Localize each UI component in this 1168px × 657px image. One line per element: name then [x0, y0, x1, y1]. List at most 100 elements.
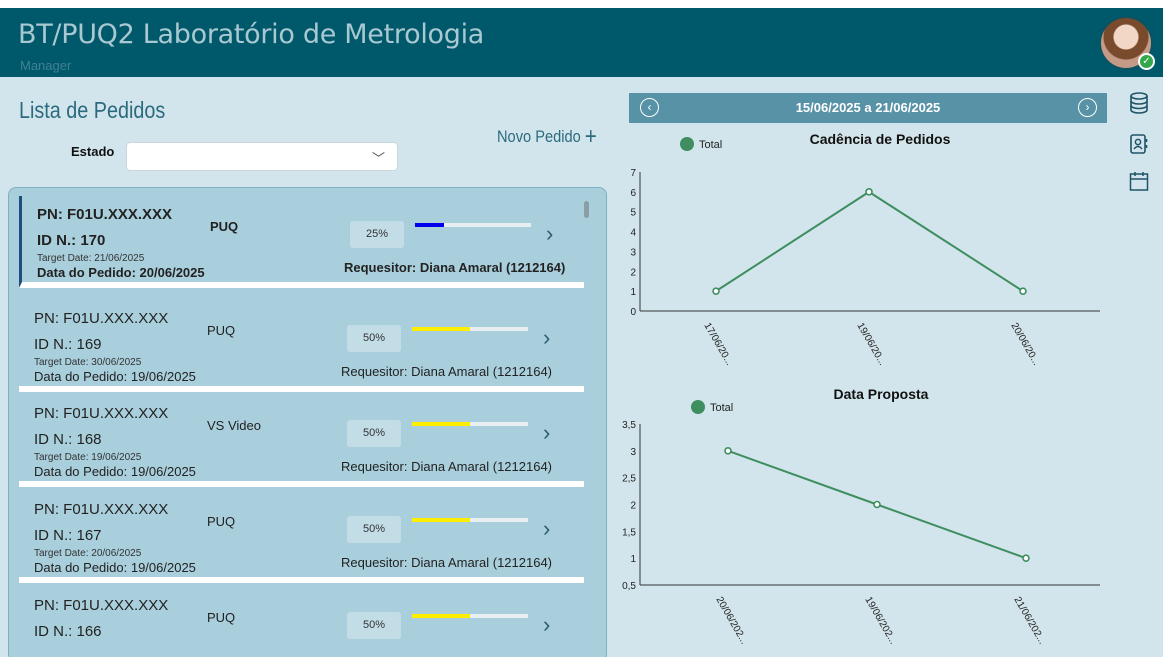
chevron-down-icon: ﹀: [371, 151, 385, 166]
contact-book-icon[interactable]: [1129, 133, 1149, 155]
order-id: ID N.: 169: [34, 336, 102, 353]
data-point: [724, 447, 732, 455]
y-tick-label: 5: [630, 208, 636, 219]
data-point: [712, 287, 720, 295]
date-range-navigator: ‹ 15/06/2025 a 21/06/2025 ›: [629, 93, 1107, 123]
x-tick-label: 19/06/202...: [862, 595, 898, 646]
series-line-total: [715, 190, 1024, 292]
progress-percent-badge: 25%: [350, 221, 404, 248]
order-id: ID N.: 167: [34, 527, 102, 544]
chevron-right-icon[interactable]: ›: [543, 516, 550, 542]
chevron-right-icon[interactable]: ›: [543, 325, 550, 351]
order-part-number: PN: F01U.XXX.XXX: [37, 206, 173, 223]
legend-marker: [680, 137, 694, 151]
order-requester: Requesitor: Diana Amaral (1212164): [341, 555, 553, 570]
data-point: [865, 188, 873, 196]
progress-percent-badge: 50%: [347, 516, 401, 543]
chart-title: Data Proposta: [834, 386, 929, 402]
progress-bar-fill: [412, 518, 470, 522]
order-target-date: Target Date: 20/06/2025: [34, 548, 142, 559]
progress-bar: [412, 422, 528, 426]
order-request-date: Data do Pedido: 20/06/2025: [37, 265, 205, 280]
order-type: PUQ: [210, 219, 239, 234]
y-tick-label: 2,5: [622, 474, 636, 485]
progress-bar: [415, 223, 531, 227]
next-week-icon[interactable]: ›: [1078, 98, 1097, 117]
x-tick-label: 19/06/20...: [854, 321, 887, 367]
date-range-label: 15/06/2025 a 21/06/2025: [795, 100, 941, 115]
chart-title: Cadência de Pedidos: [810, 131, 951, 147]
status-filter-dropdown[interactable]: ﹀: [126, 142, 398, 171]
legend-marker: [691, 400, 705, 414]
chevron-right-icon[interactable]: ›: [543, 420, 550, 446]
y-tick-label: 3: [630, 447, 636, 458]
app-subtitle: Manager: [20, 58, 72, 73]
progress-bar-fill: [412, 614, 470, 618]
database-icon[interactable]: [1129, 92, 1149, 114]
order-part-number: PN: F01U.XXX.XXX: [34, 405, 169, 422]
progress-bar-fill: [412, 327, 470, 331]
y-tick-label: 2: [630, 501, 636, 512]
new-order-button[interactable]: Novo Pedido +: [497, 121, 597, 150]
order-list-item[interactable]: PN: F01U.XXX.XXX ID N.: 169 Target Date: 3…: [19, 300, 584, 392]
order-target-date: Target Date: 30/06/2025: [34, 357, 142, 368]
order-id: ID N.: 168: [34, 431, 102, 448]
orders-cadence-chart: Cadência de Pedidos Total 0 1 2 3 4 5 6 7 17/06/20…: [630, 131, 1100, 367]
y-tick-label: 3,5: [622, 420, 636, 431]
chevron-right-icon[interactable]: ›: [543, 612, 550, 638]
progress-bar-fill: [415, 223, 444, 227]
y-tick-label: 1: [630, 554, 636, 565]
order-list-item[interactable]: PN: F01U.XXX.XXX ID N.: 170 Target Date: 2…: [19, 196, 584, 288]
status-filter-label: Estado: [71, 144, 115, 159]
x-tick-label: 17/06/20...: [701, 321, 734, 367]
y-tick-label: 7: [630, 168, 636, 179]
progress-bar: [412, 327, 528, 331]
app-title: BT/PUQ2 Laboratório de Metrologia: [18, 19, 485, 50]
data-point: [1019, 287, 1027, 295]
y-tick-label: 2: [630, 267, 636, 278]
progress-percent-badge: 50%: [347, 612, 401, 639]
online-status-icon: ✓: [1138, 53, 1155, 70]
data-point: [873, 500, 881, 509]
progress-percent-badge: 50%: [347, 325, 401, 352]
y-tick-label: 4: [630, 228, 636, 239]
y-tick-label: 1: [630, 287, 636, 298]
header-bar: BT/PUQ2 Laboratório de Metrologia Manage…: [0, 8, 1163, 77]
list-scrollbar[interactable]: [584, 201, 589, 218]
x-tick-label: 21/06/202...: [1011, 595, 1047, 646]
app-window: BT/PUQ2 Laboratório de Metrologia Manage…: [0, 8, 1163, 657]
progress-bar: [412, 518, 528, 522]
x-tick-label: 20/06/202...: [713, 595, 749, 646]
order-request-date: Data do Pedido: 19/06/2025: [34, 369, 196, 384]
order-id: ID N.: 170: [37, 232, 106, 249]
order-type: PUQ: [207, 610, 236, 625]
order-part-number: PN: F01U.XXX.XXX: [34, 310, 169, 327]
order-id: ID N.: 166: [34, 623, 102, 640]
new-order-label: Novo Pedido: [497, 127, 581, 146]
y-tick-label: 3: [630, 247, 636, 258]
order-requester: Requesitor: Diana Amaral (1212164): [341, 364, 553, 379]
order-target-date: Target Date: 19/06/2025: [34, 452, 142, 463]
order-type: PUQ: [207, 323, 236, 338]
progress-percent-badge: 50%: [347, 420, 401, 447]
calendar-icon[interactable]: [1129, 170, 1149, 192]
y-tick-label: 6: [630, 188, 636, 199]
plus-icon: +: [584, 123, 597, 150]
order-list-item[interactable]: PN: F01U.XXX.XXX ID N.: 167 Target Date: 2…: [19, 491, 584, 583]
order-list-item[interactable]: PN: F01U.XXX.XXX ID N.: 168 Target Date: 1…: [19, 395, 584, 487]
x-tick-label: 20/06/20...: [1008, 321, 1041, 367]
data-point: [1022, 554, 1030, 562]
order-list-item[interactable]: PN: F01U.XXX.XXX ID N.: 166 PUQ 50% ›: [19, 587, 584, 657]
order-request-date: Data do Pedido: 19/06/2025: [34, 560, 196, 575]
y-tick-label: 0,5: [622, 581, 636, 592]
order-request-date: Data do Pedido: 19/06/2025: [34, 464, 196, 479]
avatar[interactable]: ✓: [1099, 16, 1155, 70]
chevron-right-icon[interactable]: ›: [546, 221, 553, 247]
list-title: Lista de Pedidos: [19, 97, 166, 123]
order-part-number: PN: F01U.XXX.XXX: [34, 597, 169, 614]
order-part-number: PN: F01U.XXX.XXX: [34, 501, 169, 518]
order-type: VS Video: [207, 418, 261, 433]
y-tick-label: 0: [630, 307, 636, 318]
proposed-date-chart: Data Proposta Total 0,5 1 1,5 2 2,5 3 3,5 20/06/2…: [622, 386, 1100, 646]
progress-bar-fill: [412, 422, 470, 426]
